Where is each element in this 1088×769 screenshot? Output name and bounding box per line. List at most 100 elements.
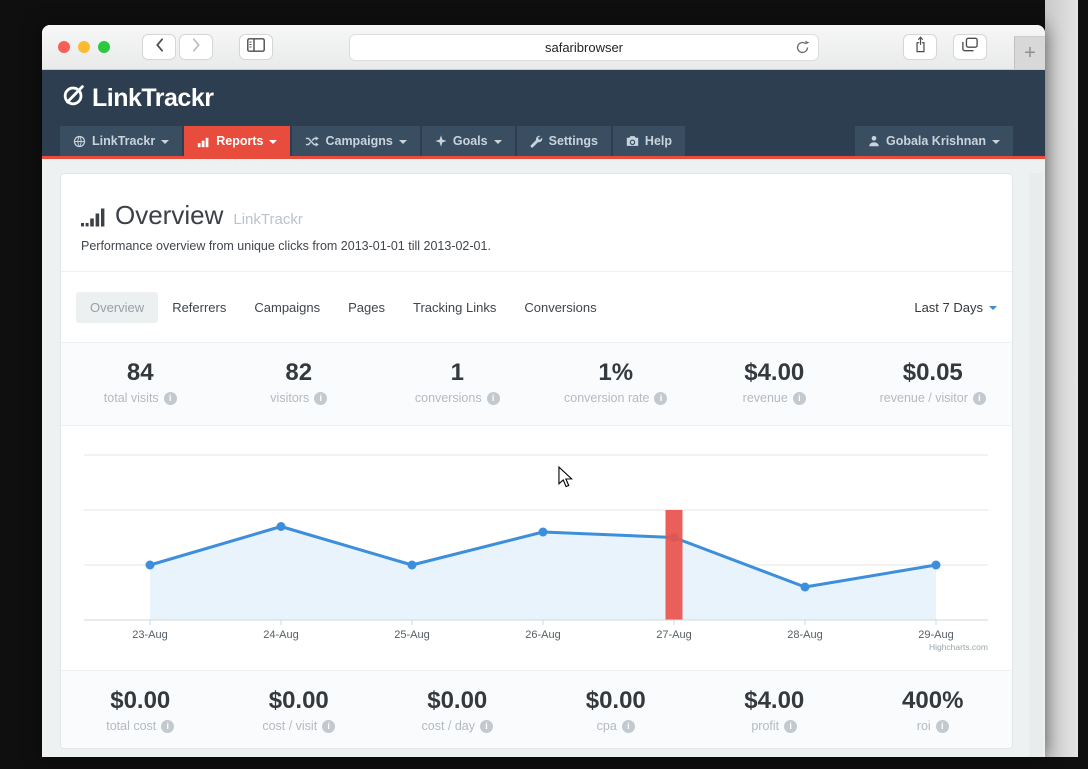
nav-item-label: Help xyxy=(644,134,673,148)
info-icon[interactable]: i xyxy=(792,391,806,405)
tabs-icon xyxy=(962,37,978,57)
stat-value: $0.00 xyxy=(427,687,488,714)
nav-item-reports[interactable]: Reports xyxy=(184,126,291,156)
info-icon[interactable]: i xyxy=(972,391,986,405)
user-menu[interactable]: Gobala Krishnan xyxy=(854,126,1013,156)
nav-item-label: Campaigns xyxy=(325,134,393,148)
stat-label: conversion rate i xyxy=(537,391,696,405)
nav-item-label: Reports xyxy=(216,134,264,148)
chevron-down-icon xyxy=(161,139,170,144)
page-header: Overview LinkTrackr Performance overview… xyxy=(61,174,1012,272)
data-point[interactable] xyxy=(800,582,810,592)
sidebar-toggle-button[interactable] xyxy=(239,34,273,60)
stat-cost-visit: $0.00 cost / visit i xyxy=(220,687,379,736)
info-icon[interactable]: i xyxy=(322,719,336,733)
target-icon xyxy=(435,135,447,147)
share-button[interactable] xyxy=(903,34,937,60)
overview-card: Overview LinkTrackr Performance overview… xyxy=(60,173,1013,749)
page-content: Overview LinkTrackr Performance overview… xyxy=(42,173,1045,757)
stat-total-visits: 84 total visits i xyxy=(61,359,220,411)
nav-item-campaigns[interactable]: Campaigns xyxy=(292,126,420,156)
sidebar-icon xyxy=(247,37,265,57)
camera-icon xyxy=(626,135,639,147)
area-fill xyxy=(150,526,936,620)
globe-icon xyxy=(73,135,86,148)
chevron-down-icon xyxy=(398,139,407,144)
wrench-icon xyxy=(530,135,543,148)
data-point[interactable] xyxy=(276,522,286,531)
tab-referrers[interactable]: Referrers xyxy=(158,292,240,323)
info-icon[interactable]: i xyxy=(314,391,328,405)
stat-label-text: cost / visit xyxy=(262,719,318,733)
info-icon[interactable]: i xyxy=(480,719,493,733)
stat-value: 82 xyxy=(285,359,313,386)
nav-item-help[interactable]: Help xyxy=(612,126,686,156)
minimize-window-button[interactable] xyxy=(78,41,90,53)
x-axis-label: 29-Aug xyxy=(918,629,953,641)
stat-revenue: $4.00 revenue i xyxy=(695,359,854,411)
chevron-down-icon xyxy=(269,139,278,144)
traffic-lights xyxy=(58,41,110,53)
stat-value: 84 xyxy=(126,359,154,386)
stat-label-text: profit xyxy=(751,719,780,733)
zoom-window-button[interactable] xyxy=(98,41,110,53)
address-bar[interactable]: safaribrowser xyxy=(349,33,819,61)
nav-item-goals[interactable]: Goals xyxy=(421,126,515,156)
stat-cpa: $0.00 cpa i xyxy=(537,687,696,736)
info-icon[interactable]: i xyxy=(486,391,500,405)
stat-visitors: 82 visitors i xyxy=(220,359,379,411)
tab-conversions[interactable]: Conversions xyxy=(510,292,610,323)
tab-campaigns[interactable]: Campaigns xyxy=(240,292,334,323)
x-axis-label: 26-Aug xyxy=(525,629,560,641)
stat-value: $0.00 xyxy=(110,687,171,714)
app-logo[interactable]: LinkTrackr xyxy=(60,81,214,116)
nav-item-linktrackr[interactable]: LinkTrackr xyxy=(60,126,183,156)
tab-tracking-links[interactable]: Tracking Links xyxy=(399,292,510,323)
nav-item-label: Settings xyxy=(548,134,598,148)
data-point[interactable] xyxy=(407,560,417,570)
data-point[interactable] xyxy=(931,560,941,570)
data-point[interactable] xyxy=(145,560,155,570)
info-icon[interactable]: i xyxy=(784,719,798,733)
page-title-brand: LinkTrackr xyxy=(233,211,303,228)
info-icon[interactable]: i xyxy=(161,719,175,733)
info-icon[interactable]: i xyxy=(163,391,177,405)
highlight-column[interactable] xyxy=(665,510,683,620)
stat-total-cost: $0.00 total cost i xyxy=(61,687,220,736)
chart-svg: 23-Aug 24-Aug 25-Aug 26-Aug 27-Aug 28-Aug 29-A… xyxy=(84,454,988,652)
stat-label-text: revenue / visitor xyxy=(879,391,968,405)
user-name-label: Gobala Krishnan xyxy=(885,134,986,148)
forward-button[interactable] xyxy=(179,34,213,60)
stat-conversion-rate: 1% conversion rate i xyxy=(537,359,696,411)
nav-item-label: LinkTrackr xyxy=(92,134,156,148)
x-axis-label: 23-Aug xyxy=(132,629,167,641)
nav-item-settings[interactable]: Settings xyxy=(516,126,611,156)
scrollbar-track[interactable] xyxy=(1029,173,1043,757)
x-axis-label: 28-Aug xyxy=(787,629,822,641)
info-icon[interactable]: i xyxy=(621,719,635,733)
stat-value: $0.05 xyxy=(902,359,963,386)
chart-credit[interactable]: Highcharts.com xyxy=(929,642,988,652)
browser-titlebar: safaribrowser + xyxy=(42,25,1045,70)
tab-pages[interactable]: Pages xyxy=(334,292,399,323)
reload-icon[interactable] xyxy=(795,40,810,58)
data-point[interactable] xyxy=(538,527,548,537)
stat-cost-day: $0.00 cost / day i xyxy=(378,687,537,736)
stat-value: $4.00 xyxy=(744,687,805,714)
tab-overview-button[interactable] xyxy=(953,34,987,60)
person-icon xyxy=(868,135,880,147)
close-window-button[interactable] xyxy=(58,41,70,53)
app-menu: LinkTrackr Reports Campaigns Goals Settings H… xyxy=(42,126,1045,156)
stat-label: roi i xyxy=(854,719,1013,733)
info-icon[interactable]: i xyxy=(935,719,949,733)
x-axis-label: 27-Aug xyxy=(656,629,691,641)
info-icon[interactable]: i xyxy=(654,391,668,405)
stat-label: visitors i xyxy=(220,391,379,405)
tab-overview[interactable]: Overview xyxy=(76,291,159,323)
back-button[interactable] xyxy=(142,34,176,60)
chevron-left-icon xyxy=(155,37,164,57)
stat-label-text: cpa xyxy=(596,719,617,733)
page-title: Overview xyxy=(115,200,224,230)
new-tab-button[interactable]: + xyxy=(1014,36,1045,69)
date-range-dropdown[interactable]: Last 7 Days xyxy=(914,300,997,315)
